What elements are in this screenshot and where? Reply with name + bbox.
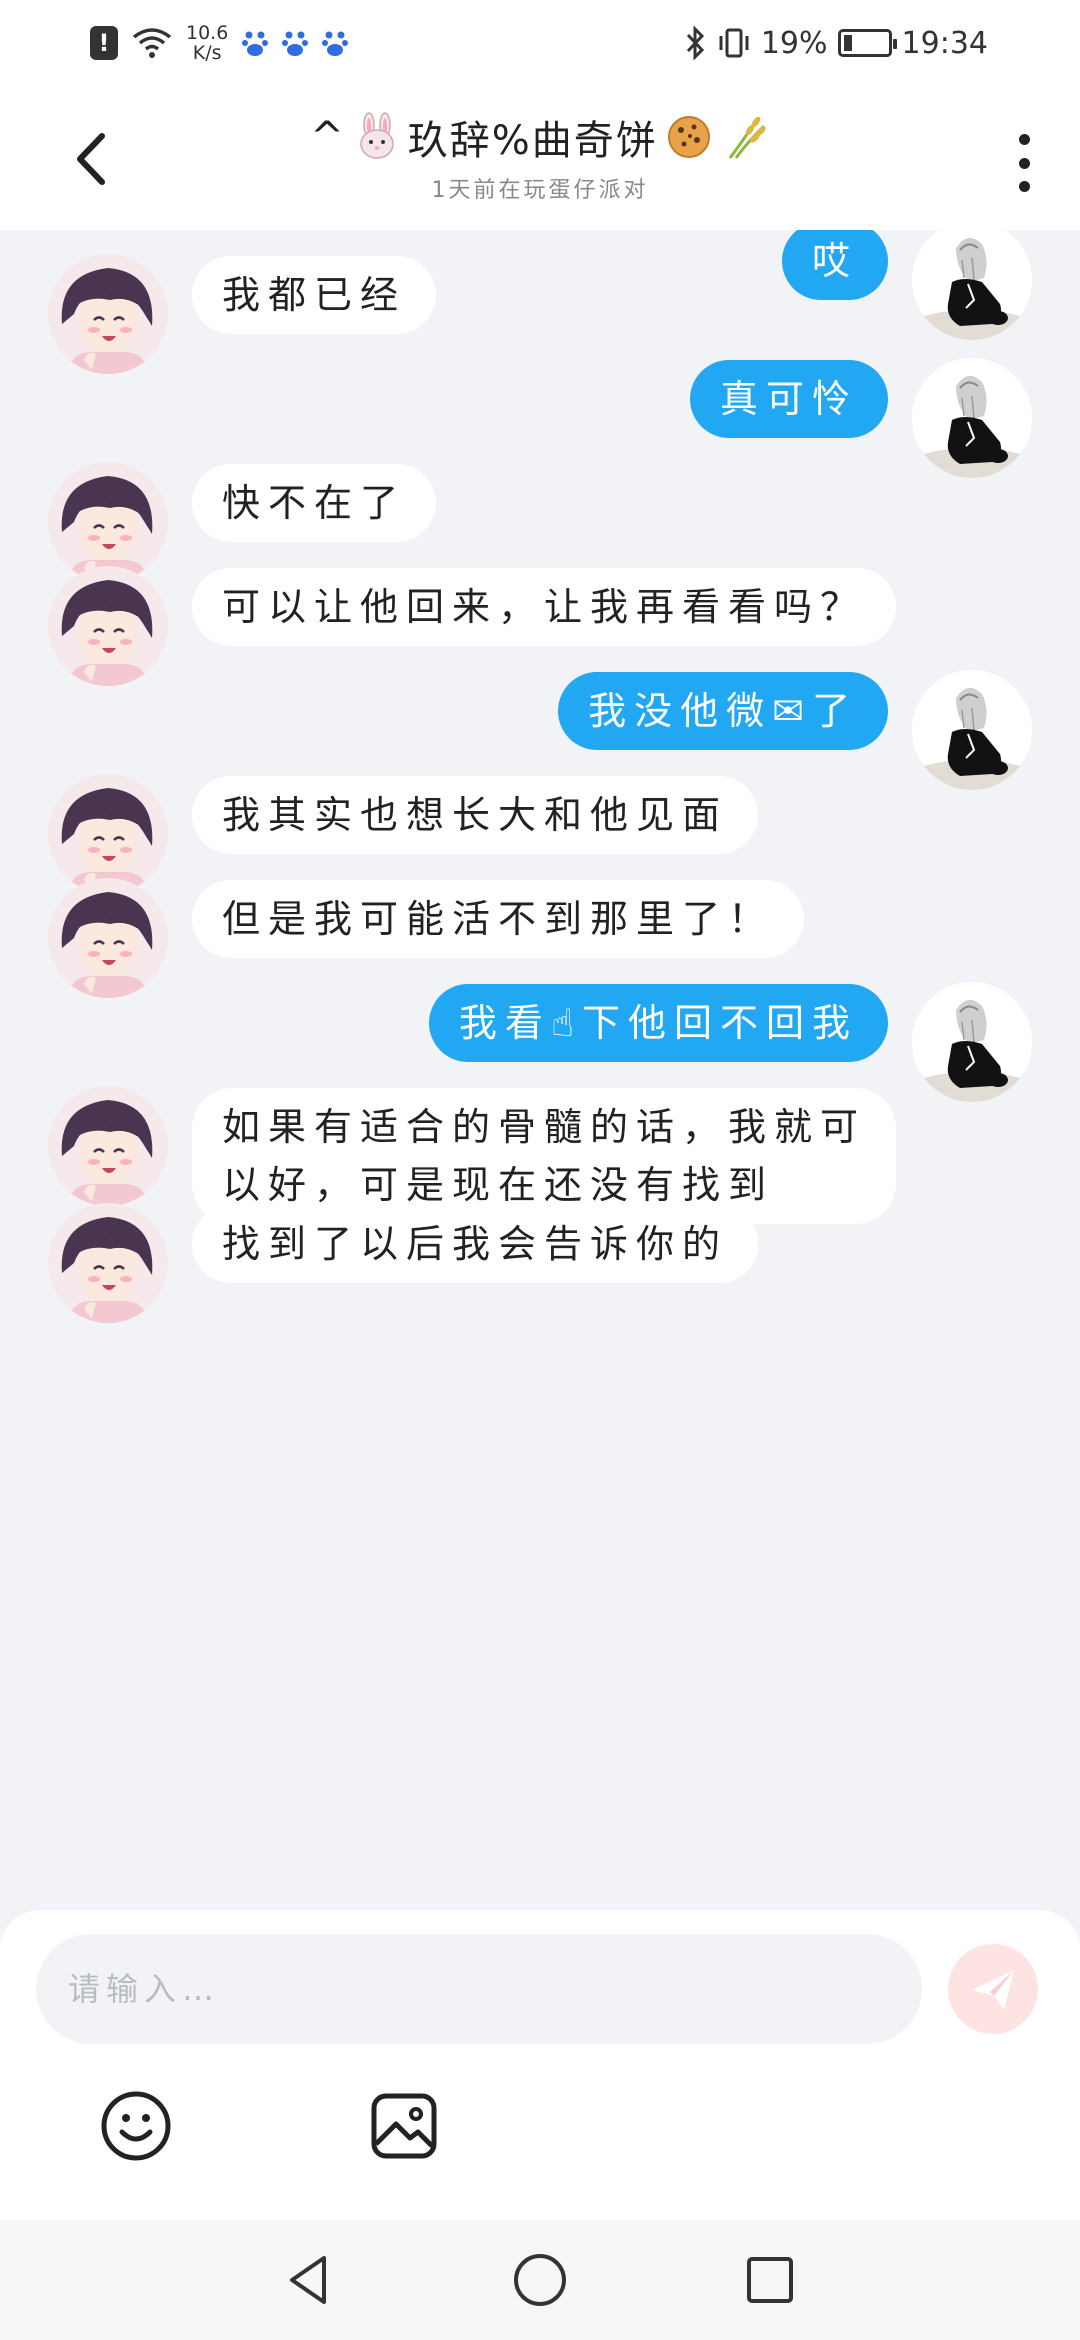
more-dot-icon bbox=[1018, 157, 1030, 169]
back-button[interactable] bbox=[62, 124, 122, 194]
net-speed-unit: K/s bbox=[192, 42, 222, 64]
outgoing-message-bubble[interactable]: 我看☝下他回不回我 bbox=[428, 984, 888, 1062]
image-icon bbox=[371, 2093, 437, 2159]
rabbit-face-icon bbox=[360, 112, 394, 159]
battery-level-fill bbox=[843, 35, 852, 51]
contact-avatar[interactable] bbox=[48, 254, 168, 374]
send-button[interactable] bbox=[948, 1944, 1038, 2034]
contact-avatar[interactable] bbox=[48, 566, 168, 686]
incoming-message-bubble[interactable]: 快不在了 bbox=[192, 464, 437, 542]
net-speed-value: 10.6 bbox=[186, 22, 229, 44]
more-dot-icon bbox=[1018, 134, 1030, 145]
my-avatar[interactable] bbox=[912, 358, 1032, 478]
network-speed: 10.6 K/s bbox=[186, 23, 228, 63]
more-dot-icon bbox=[1018, 181, 1030, 192]
chevron-left-icon bbox=[77, 133, 105, 185]
my-avatar[interactable] bbox=[912, 670, 1032, 790]
message-row-incoming: 我都已经 bbox=[0, 254, 1080, 374]
status-left: ! 10.6 K/s bbox=[90, 18, 349, 68]
smiley-icon bbox=[101, 2091, 171, 2161]
nav-recents-button[interactable] bbox=[740, 2250, 800, 2310]
message-row-incoming: 但是我可能活不到那里了！ bbox=[0, 878, 1080, 998]
contact-status: 1天前在玩蛋仔派对 bbox=[431, 178, 649, 203]
emoji-button[interactable] bbox=[98, 2088, 174, 2164]
paw-icon bbox=[282, 31, 309, 56]
message-row-outgoing: 我看☝下他回不回我 bbox=[0, 982, 1080, 1102]
alert-icon: ! bbox=[90, 26, 118, 60]
cookie-icon bbox=[667, 116, 710, 158]
contact-avatar[interactable] bbox=[48, 1203, 168, 1323]
title-prefix: ^ bbox=[310, 114, 346, 160]
message-row-outgoing: 真可怜 bbox=[0, 358, 1080, 478]
my-avatar[interactable] bbox=[912, 982, 1032, 1102]
contact-avatar[interactable] bbox=[48, 462, 168, 582]
incoming-message-bubble[interactable]: 我其实也想长大和他见面 bbox=[192, 776, 759, 854]
battery-percent: 19% bbox=[760, 25, 828, 61]
chat-title-block: ^ 玖辞%曲奇饼 1天前在玩蛋仔派对 bbox=[180, 108, 900, 204]
paper-plane-icon bbox=[972, 1970, 1014, 2010]
contact-avatar[interactable] bbox=[48, 774, 168, 894]
contact-avatar[interactable] bbox=[48, 878, 168, 998]
status-right: 19% 19:34 bbox=[685, 18, 988, 68]
message-row-outgoing: 我没他微✉了 bbox=[0, 670, 1080, 790]
message-list[interactable]: 哎 我都已经 真可怜 快不在了 可以让他回来，让我再看看吗？ 我没他微✉了 我其… bbox=[0, 230, 1080, 1910]
outgoing-message-bubble[interactable]: 我没他微✉了 bbox=[558, 672, 888, 750]
sheaf-of-rice-icon bbox=[728, 116, 766, 159]
clock: 19:34 bbox=[901, 25, 988, 61]
incoming-message-bubble[interactable]: 我都已经 bbox=[192, 256, 437, 334]
recents-square-icon bbox=[747, 2257, 793, 2303]
home-circle-icon bbox=[514, 2254, 566, 2306]
message-row-incoming: 可以让他回来，让我再看看吗？ bbox=[0, 566, 1080, 686]
message-row-incoming: 找到了以后我会告诉你的 bbox=[0, 1203, 1080, 1323]
back-triangle-icon bbox=[290, 2256, 326, 2304]
contact-name-text: 玖辞%曲奇饼 bbox=[407, 118, 658, 164]
nav-back-button[interactable] bbox=[280, 2250, 340, 2310]
nav-home-button[interactable] bbox=[510, 2250, 570, 2310]
system-navigation-bar bbox=[0, 2220, 1080, 2340]
message-input[interactable] bbox=[36, 1934, 922, 2044]
message-row-incoming: 我其实也想长大和他见面 bbox=[0, 774, 1080, 894]
contact-avatar[interactable] bbox=[48, 1086, 168, 1206]
status-bar: ! 10.6 K/s 19% 19:34 bbox=[0, 0, 1080, 84]
incoming-message-bubble[interactable]: 找到了以后我会告诉你的 bbox=[192, 1205, 759, 1283]
more-options-button[interactable] bbox=[1006, 128, 1042, 198]
battery-icon bbox=[837, 29, 897, 57]
vibrate-icon bbox=[719, 28, 749, 58]
image-button[interactable] bbox=[366, 2088, 442, 2164]
bluetooth-icon bbox=[686, 26, 704, 60]
incoming-message-bubble[interactable]: 但是我可能活不到那里了！ bbox=[192, 880, 805, 958]
incoming-message-bubble[interactable]: 可以让他回来，让我再看看吗？ bbox=[192, 568, 897, 646]
outgoing-message-bubble[interactable]: 真可怜 bbox=[689, 360, 888, 438]
contact-name: ^ 玖辞%曲奇饼 bbox=[180, 108, 900, 166]
wifi-icon bbox=[132, 28, 172, 58]
message-composer bbox=[0, 1910, 1080, 2220]
paw-icon bbox=[322, 31, 349, 56]
chat-header: ^ 玖辞%曲奇饼 1天前在玩蛋仔派对 bbox=[0, 84, 1080, 230]
message-row-incoming: 快不在了 bbox=[0, 462, 1080, 582]
paw-icon bbox=[242, 31, 269, 56]
